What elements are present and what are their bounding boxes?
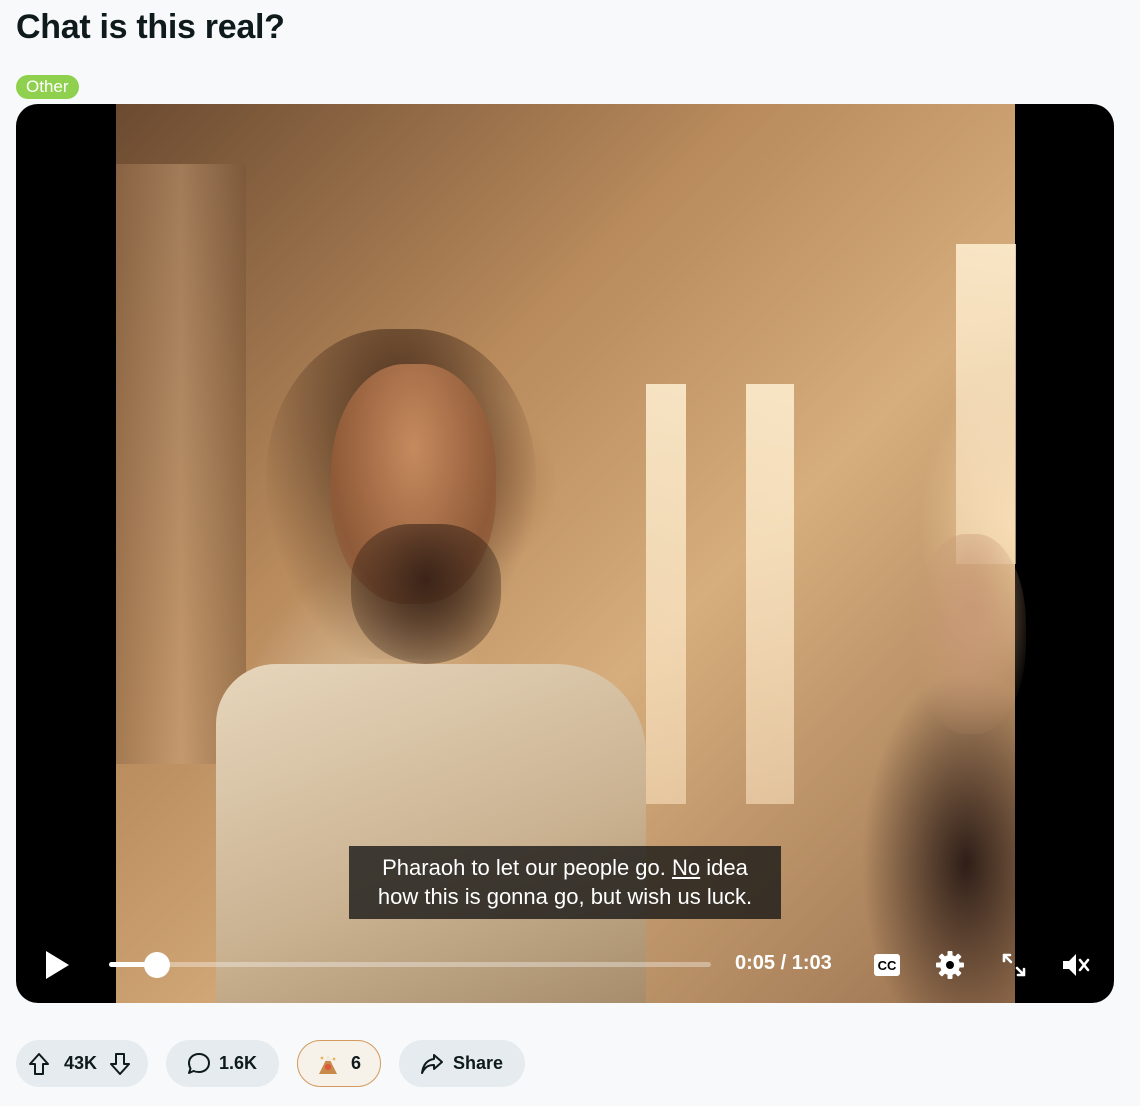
subtitle-text-underlined: No	[672, 855, 701, 880]
video-subtitle: Pharaoh to let our people go. No idea ho…	[349, 846, 781, 919]
captions-button[interactable]: CC	[872, 950, 902, 980]
play-button[interactable]	[42, 950, 72, 980]
comment-count: 1.6K	[219, 1053, 258, 1073]
volume-muted-icon	[1063, 954, 1090, 976]
post-title: Chat is this real?	[16, 8, 285, 46]
seek-bar[interactable]	[109, 952, 711, 978]
downvote-button[interactable]	[109, 1052, 131, 1076]
comments-button[interactable]: 1.6K	[166, 1040, 279, 1087]
award-button[interactable]: 6	[297, 1040, 381, 1087]
mute-button[interactable]	[1061, 950, 1091, 980]
upvote-arrow-icon	[29, 1052, 49, 1075]
share-button[interactable]: Share	[399, 1040, 525, 1087]
time-display: 0:05 / 1:03	[735, 952, 832, 975]
speech-bubble-icon	[188, 1052, 210, 1074]
award-count: 6	[351, 1053, 362, 1073]
share-arrow-icon	[421, 1053, 443, 1074]
video-player[interactable]: Pharaoh to let our people go. No idea ho…	[16, 104, 1114, 1003]
share-label: Share	[453, 1053, 504, 1073]
vote-group: 43K	[16, 1040, 148, 1087]
award-icon	[319, 1055, 337, 1074]
subtitle-text-start: Pharaoh to let our people go.	[382, 855, 673, 880]
downvote-arrow-icon	[110, 1052, 131, 1075]
captions-label: CC	[878, 958, 897, 973]
current-time: 0:05	[735, 952, 776, 974]
closed-captions-icon: CC	[874, 954, 900, 976]
settings-button[interactable]	[935, 950, 965, 980]
time-separator: /	[775, 952, 792, 974]
play-icon	[46, 951, 69, 979]
gear-icon	[936, 951, 964, 979]
upvote-button[interactable]	[28, 1052, 50, 1076]
seek-handle[interactable]	[144, 952, 171, 978]
fullscreen-button[interactable]	[999, 950, 1029, 980]
fullscreen-icon	[1002, 953, 1026, 977]
post-flair[interactable]: Other	[16, 75, 79, 99]
duration: 1:03	[791, 952, 832, 974]
vote-count: 43K	[64, 1053, 98, 1073]
